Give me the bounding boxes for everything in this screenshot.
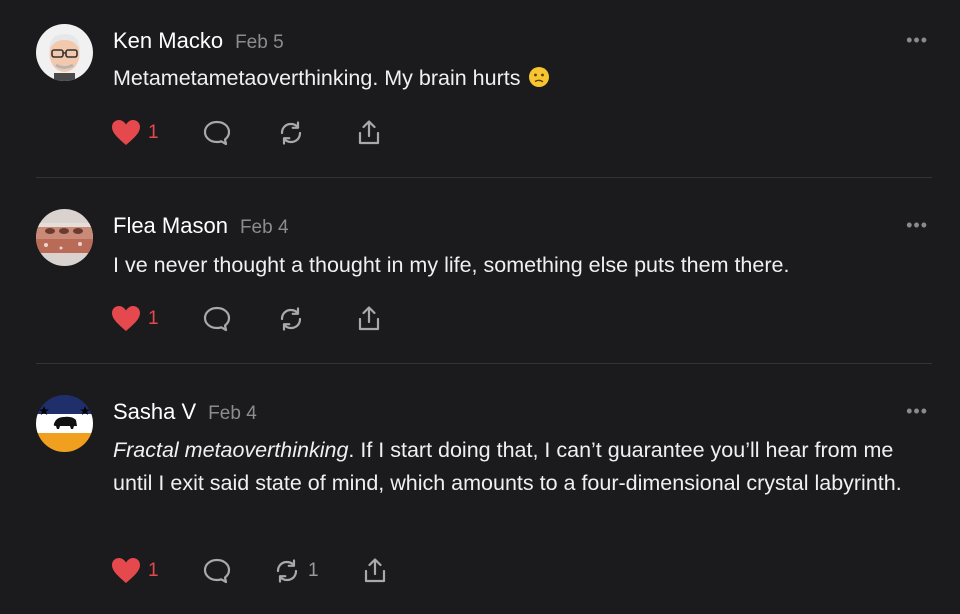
- divider: [36, 363, 932, 364]
- reply-button[interactable]: [202, 556, 232, 586]
- author-name[interactable]: Ken Macko Feb 5: [113, 28, 284, 54]
- author-name[interactable]: Sasha V Feb 4: [113, 399, 257, 425]
- author-name-text[interactable]: Ken Macko: [113, 28, 223, 53]
- author-name[interactable]: Flea Mason Feb 4: [113, 213, 289, 239]
- divider: [36, 177, 932, 178]
- like-button[interactable]: 1: [110, 118, 159, 148]
- more-icon[interactable]: •••: [906, 30, 928, 51]
- comment-text: Metametametaoverthinking. My brain hurts: [113, 62, 933, 98]
- heart-icon: [112, 306, 140, 331]
- comment-text: I ve never thought a thought in my life,…: [113, 249, 933, 282]
- more-icon[interactable]: •••: [906, 215, 928, 236]
- avatar[interactable]: [36, 395, 93, 452]
- heart-icon: [112, 558, 140, 583]
- restack-count: 1: [308, 560, 319, 581]
- restack-button[interactable]: [276, 304, 312, 334]
- reply-button[interactable]: [202, 118, 232, 148]
- like-button[interactable]: 1: [110, 304, 159, 334]
- restack-button[interactable]: [276, 118, 312, 148]
- like-count: 1: [148, 308, 159, 329]
- share-icon: [364, 558, 386, 583]
- comment-date[interactable]: Feb 4: [208, 403, 257, 424]
- like-button[interactable]: 1: [110, 556, 159, 586]
- comment-icon: [203, 120, 231, 146]
- comment-body: I ve never thought a thought in my life,…: [113, 253, 790, 277]
- comment-text: Fractal metaoverthinking. If I start doi…: [113, 434, 933, 500]
- comment-icon: [203, 306, 231, 332]
- avatar[interactable]: [36, 209, 93, 266]
- comment-emphasis: Fractal metaoverthinking: [113, 438, 349, 462]
- author-name-text[interactable]: Flea Mason: [113, 213, 228, 238]
- share-button[interactable]: [360, 556, 390, 586]
- comment-date[interactable]: Feb 5: [235, 32, 284, 53]
- comment-body: Metametametaoverthinking. My brain hurts: [113, 66, 521, 90]
- comment-icon: [203, 558, 231, 584]
- author-name-text[interactable]: Sasha V: [113, 399, 196, 424]
- share-icon: [358, 306, 380, 331]
- restack-button[interactable]: 1: [272, 556, 319, 586]
- restack-icon: [280, 307, 302, 331]
- emoji: [528, 65, 550, 98]
- share-button[interactable]: [354, 304, 384, 334]
- restack-icon: [276, 559, 298, 583]
- heart-icon: [112, 120, 140, 145]
- comment-date[interactable]: Feb 4: [240, 217, 289, 238]
- like-count: 1: [148, 122, 159, 143]
- more-icon[interactable]: •••: [906, 401, 928, 422]
- avatar[interactable]: [36, 24, 93, 81]
- reply-button[interactable]: [202, 304, 232, 334]
- share-button[interactable]: [354, 118, 384, 148]
- restack-icon: [280, 121, 302, 145]
- like-count: 1: [148, 560, 159, 581]
- share-icon: [358, 120, 380, 145]
